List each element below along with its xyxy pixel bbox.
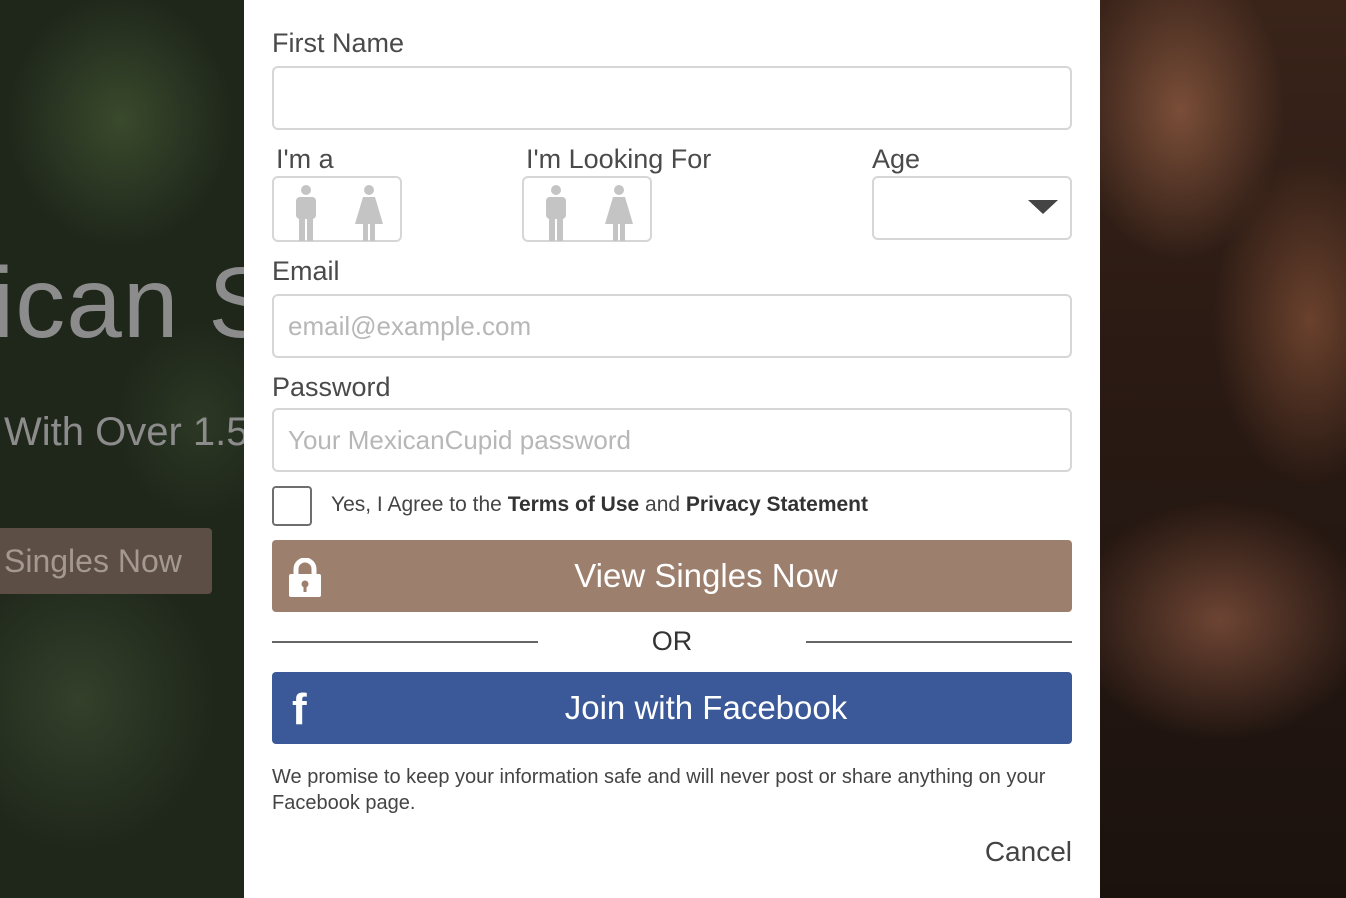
cancel-link[interactable]: Cancel — [985, 836, 1072, 868]
female-icon[interactable] — [604, 184, 634, 242]
looking-for-label: I'm Looking For — [526, 144, 712, 174]
password-input[interactable] — [272, 408, 1072, 472]
hero-title: ican S — [0, 247, 244, 359]
first-name-label: First Name — [272, 28, 405, 58]
agree-prefix: Yes, I Agree to the — [331, 493, 508, 516]
view-singles-button[interactable]: View Singles Now — [272, 540, 1072, 612]
privacy-statement-link[interactable]: Privacy Statement — [686, 493, 868, 516]
age-select[interactable] — [872, 176, 1072, 240]
age-label: Age — [872, 144, 921, 174]
agree-and: and — [639, 493, 686, 516]
email-label: Email — [272, 256, 340, 286]
password-label: Password — [272, 372, 391, 402]
email-input[interactable] — [272, 294, 1072, 358]
first-name-input[interactable] — [272, 66, 1072, 130]
join-facebook-label: Join with Facebook — [564, 689, 848, 726]
agree-checkbox[interactable] — [272, 486, 312, 526]
im-a-label: I'm a — [276, 144, 334, 174]
male-icon[interactable] — [292, 184, 320, 242]
male-icon[interactable] — [542, 184, 570, 242]
chevron-down-icon — [1028, 200, 1058, 214]
view-singles-label: View Singles Now — [574, 557, 838, 594]
divider-right — [806, 641, 1072, 643]
background-left: ican S With Over 1.5 Singles Now — [0, 0, 244, 898]
female-icon[interactable] — [354, 184, 384, 242]
join-facebook-button[interactable]: f Join with Facebook — [272, 672, 1072, 744]
signup-modal: First Name I'm a I'm Looking For Age Ema… — [244, 0, 1100, 898]
terms-of-use-link[interactable]: Terms of Use — [508, 493, 640, 516]
hero-view-singles-button: Singles Now — [0, 528, 212, 594]
background-photo — [1100, 0, 1346, 898]
im-a-gender-selector — [272, 176, 402, 242]
privacy-promise-text: We promise to keep your information safe… — [272, 766, 1046, 814]
agree-text: Yes, I Agree to the Terms of Use and Pri… — [331, 493, 868, 517]
looking-for-gender-selector — [522, 176, 652, 242]
hero-subtitle: With Over 1.5 — [4, 410, 244, 454]
